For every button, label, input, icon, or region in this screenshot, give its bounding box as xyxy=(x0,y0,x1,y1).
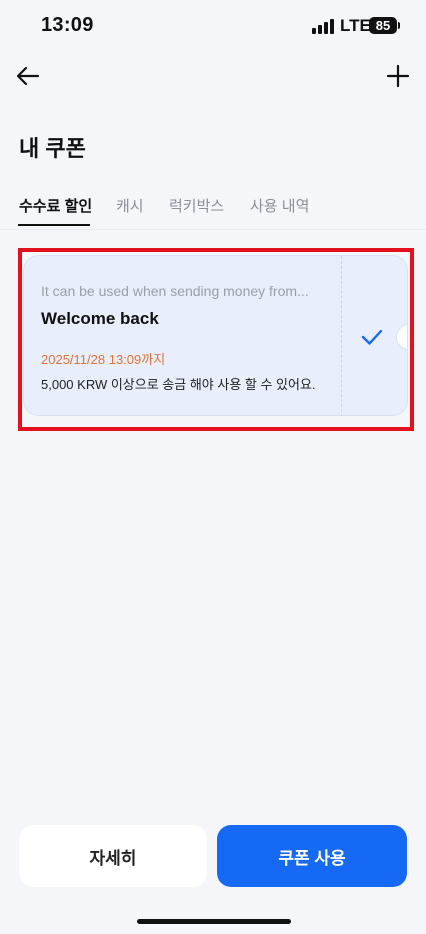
tab-fee-discount[interactable]: 수수료 할인 xyxy=(19,195,92,216)
coupon-divider xyxy=(341,256,342,415)
coupon-condition: 5,000 KRW 이상으로 송금 해야 사용 할 수 있어요. xyxy=(41,377,316,392)
tab-lucky-box[interactable]: 럭키박스 xyxy=(169,195,224,216)
coupon-tabs: 수수료 할인 캐시 럭키박스 사용 내역 xyxy=(0,190,426,230)
coupon-description: It can be used when sending money from..… xyxy=(41,283,309,299)
coupon-notch xyxy=(396,324,407,350)
checkmark-icon[interactable] xyxy=(360,326,384,348)
arrow-left-icon xyxy=(16,66,40,86)
coupon-card[interactable]: It can be used when sending money from..… xyxy=(23,255,408,416)
battery-tip xyxy=(398,22,400,29)
tab-cash[interactable]: 캐시 xyxy=(116,195,144,216)
plus-icon xyxy=(386,64,410,88)
details-button[interactable]: 자세히 xyxy=(19,825,207,887)
status-bar: 13:09 LTE 85 xyxy=(0,0,426,54)
battery-icon: 85 xyxy=(369,17,397,34)
back-button[interactable] xyxy=(8,56,48,96)
page-title: 내 쿠폰 xyxy=(19,136,86,161)
network-type: LTE xyxy=(340,16,371,35)
cellular-signal-icon xyxy=(312,18,336,34)
coupon-title: Welcome back xyxy=(41,309,159,328)
add-coupon-button[interactable] xyxy=(378,56,418,96)
home-indicator xyxy=(137,919,291,924)
active-tab-indicator xyxy=(18,224,90,226)
tab-usage-history[interactable]: 사용 내역 xyxy=(250,195,309,216)
use-coupon-button[interactable]: 쿠폰 사용 xyxy=(217,825,407,887)
coupon-expiry: 2025/11/28 13:09까지 xyxy=(41,352,166,367)
status-time: 13:09 xyxy=(41,14,94,36)
